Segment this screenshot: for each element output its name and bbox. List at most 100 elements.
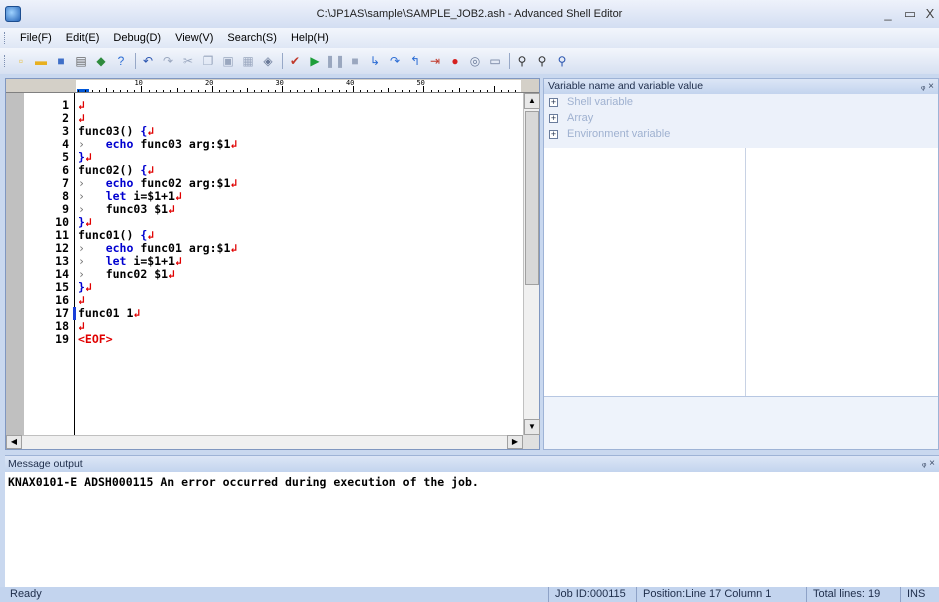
ruler-tick bbox=[289, 90, 291, 92]
scroll-right-icon[interactable]: ▶ bbox=[507, 435, 523, 449]
ruler-tick bbox=[106, 88, 108, 92]
ruler-label: 50 bbox=[416, 79, 425, 87]
scroll-down-icon[interactable]: ▼ bbox=[524, 419, 540, 435]
tree-label: Environment variable bbox=[567, 128, 671, 140]
menu-view[interactable]: View(V) bbox=[168, 32, 220, 44]
clear-breakpoints-icon[interactable]: ◎ bbox=[467, 53, 483, 69]
watch-window-icon[interactable]: ▭ bbox=[487, 53, 503, 69]
help-icon[interactable]: ? bbox=[113, 53, 129, 69]
undo-icon[interactable]: ↶ bbox=[140, 53, 156, 69]
vertical-scrollbar[interactable]: ▲ ▼ bbox=[523, 93, 540, 435]
ruler-tick bbox=[367, 90, 369, 92]
find-next-icon[interactable]: ⚲ bbox=[534, 53, 550, 69]
ruler-tick bbox=[120, 90, 122, 92]
status-bar: Ready Job ID:000115 Position:Line 17 Col… bbox=[0, 587, 939, 602]
find-icon[interactable]: ⚲ bbox=[514, 53, 530, 69]
open-file-icon[interactable]: ▬ bbox=[33, 53, 49, 69]
save-icon[interactable]: ■ bbox=[53, 53, 69, 69]
close-button[interactable]: X bbox=[922, 6, 938, 21]
breakpoint-margin[interactable] bbox=[6, 93, 24, 435]
ruler-tick bbox=[148, 90, 150, 92]
ruler-tick bbox=[430, 90, 432, 92]
ruler-tick bbox=[169, 90, 171, 92]
new-file-icon[interactable]: ▫ bbox=[13, 53, 29, 69]
toolbar-separator bbox=[135, 53, 136, 69]
status-job-id: Job ID:000115 bbox=[548, 587, 633, 602]
code-line[interactable]: › echo func03 arg:$1↲ bbox=[78, 138, 237, 151]
redo-icon[interactable]: ↷ bbox=[160, 53, 176, 69]
expand-icon[interactable]: + bbox=[549, 97, 558, 107]
cut-icon[interactable]: ✂ bbox=[180, 53, 196, 69]
syntax-check-icon[interactable]: ✔ bbox=[287, 53, 303, 69]
menu-edit[interactable]: Edit(E) bbox=[59, 32, 107, 44]
paste-icon[interactable]: ▣ bbox=[220, 53, 236, 69]
variable-value-pane bbox=[544, 396, 938, 449]
menu-file[interactable]: File(F) bbox=[13, 32, 59, 44]
ruler-tick bbox=[338, 90, 340, 92]
ruler-tick bbox=[92, 90, 94, 92]
ruler-tick bbox=[162, 90, 164, 92]
scroll-thumb[interactable] bbox=[525, 111, 539, 285]
menu-help[interactable]: Help(H) bbox=[284, 32, 336, 44]
ruler-tick bbox=[486, 90, 488, 92]
message-output-title: Message output bbox=[8, 458, 83, 470]
menu-grip bbox=[4, 32, 7, 44]
ruler-tick bbox=[99, 90, 101, 92]
message-text: KNAX0101-E ADSH000115 An error occurred … bbox=[8, 475, 479, 489]
scroll-up-icon[interactable]: ▲ bbox=[524, 93, 540, 109]
scroll-left-icon[interactable]: ◀ bbox=[6, 435, 22, 449]
ruler-tick bbox=[296, 90, 298, 92]
status-position: Position:Line 17 Column 1 bbox=[636, 587, 806, 602]
ruler-tick bbox=[472, 90, 474, 92]
import-icon[interactable]: ◆ bbox=[93, 53, 109, 69]
ruler-tick bbox=[374, 90, 376, 92]
run-to-cursor-icon[interactable]: ⇥ bbox=[427, 53, 443, 69]
step-into-icon[interactable]: ↳ bbox=[367, 53, 383, 69]
ruler-tick bbox=[275, 90, 277, 92]
tree-item-shell-variable[interactable]: + Shell variable bbox=[544, 94, 938, 110]
copy-icon[interactable]: ❐ bbox=[200, 53, 216, 69]
format-icon[interactable]: ◈ bbox=[260, 53, 276, 69]
ruler-tick bbox=[183, 90, 185, 92]
status-insert-mode: INS bbox=[900, 587, 930, 602]
code-line[interactable]: <EOF> bbox=[78, 333, 113, 346]
pin-icon[interactable]: ᵩ × bbox=[921, 79, 934, 94]
ruler-tick bbox=[226, 90, 228, 92]
breakpoint-icon[interactable]: ● bbox=[447, 53, 463, 69]
pin-icon[interactable]: ᵩ × bbox=[922, 456, 935, 472]
code-line[interactable]: › func03 $1↲ bbox=[78, 203, 175, 216]
ruler-label: 30 bbox=[275, 79, 284, 87]
code-line[interactable]: › func02 $1↲ bbox=[78, 268, 175, 281]
menu-search[interactable]: Search(S) bbox=[220, 32, 284, 44]
expand-icon[interactable]: + bbox=[549, 129, 558, 139]
expand-icon[interactable]: + bbox=[549, 113, 558, 123]
paste-special-icon[interactable]: ▦ bbox=[240, 53, 256, 69]
pause-icon[interactable]: ❚❚ bbox=[325, 53, 345, 69]
size-grip bbox=[523, 435, 539, 449]
step-out-icon[interactable]: ↰ bbox=[407, 53, 423, 69]
ruler-tick bbox=[240, 90, 242, 92]
ruler-tick bbox=[444, 90, 446, 92]
code-line[interactable]: func01 1↲ bbox=[78, 307, 140, 320]
variable-tree[interactable]: + Shell variable + Array + Environment v… bbox=[544, 94, 938, 148]
menu-debug[interactable]: Debug(D) bbox=[106, 32, 168, 44]
ruler-tick bbox=[508, 90, 510, 92]
run-icon[interactable]: ▶ bbox=[307, 53, 323, 69]
code-area[interactable]: ↲ ↲ func03() {↲ › echo func03 arg:$1↲}↲ func… bbox=[75, 93, 523, 435]
toolbar: ▫ ▬ ■ ▤ ◆? ↶ ↷ ✂ ❐ ▣ ▦ ◈ ✔ ▶ ❚❚ ■ ↳ ↷ ↰ ⇥ ● ◎ ▭ ⚲ ⚲ ⚲ bbox=[0, 48, 939, 74]
window-title: C:\JP1AS\sample\SAMPLE_JOB2.ash - Advanc… bbox=[316, 8, 623, 20]
maximize-button[interactable]: ▭ bbox=[902, 6, 918, 22]
print-icon[interactable]: ▤ bbox=[73, 53, 89, 69]
horizontal-scrollbar[interactable]: ◀ ▶ bbox=[6, 435, 523, 449]
step-over-icon[interactable]: ↷ bbox=[387, 53, 403, 69]
tree-item-environment-variable[interactable]: + Environment variable bbox=[544, 126, 938, 142]
ruler-tick bbox=[176, 88, 178, 92]
code-editor[interactable]: 10 20 30 40 50 1 2 3 4 5 6 7 8 9 10 11 12 13 14 15 16 17 18 19… bbox=[5, 78, 540, 450]
minimize-button[interactable]: _ bbox=[880, 6, 896, 21]
stop-icon[interactable]: ■ bbox=[347, 53, 363, 69]
column-divider[interactable] bbox=[745, 148, 746, 396]
ruler-tick bbox=[409, 90, 411, 92]
ruler-tick bbox=[190, 90, 192, 92]
tree-item-array[interactable]: + Array bbox=[544, 110, 938, 126]
find-prev-icon[interactable]: ⚲ bbox=[554, 53, 570, 69]
